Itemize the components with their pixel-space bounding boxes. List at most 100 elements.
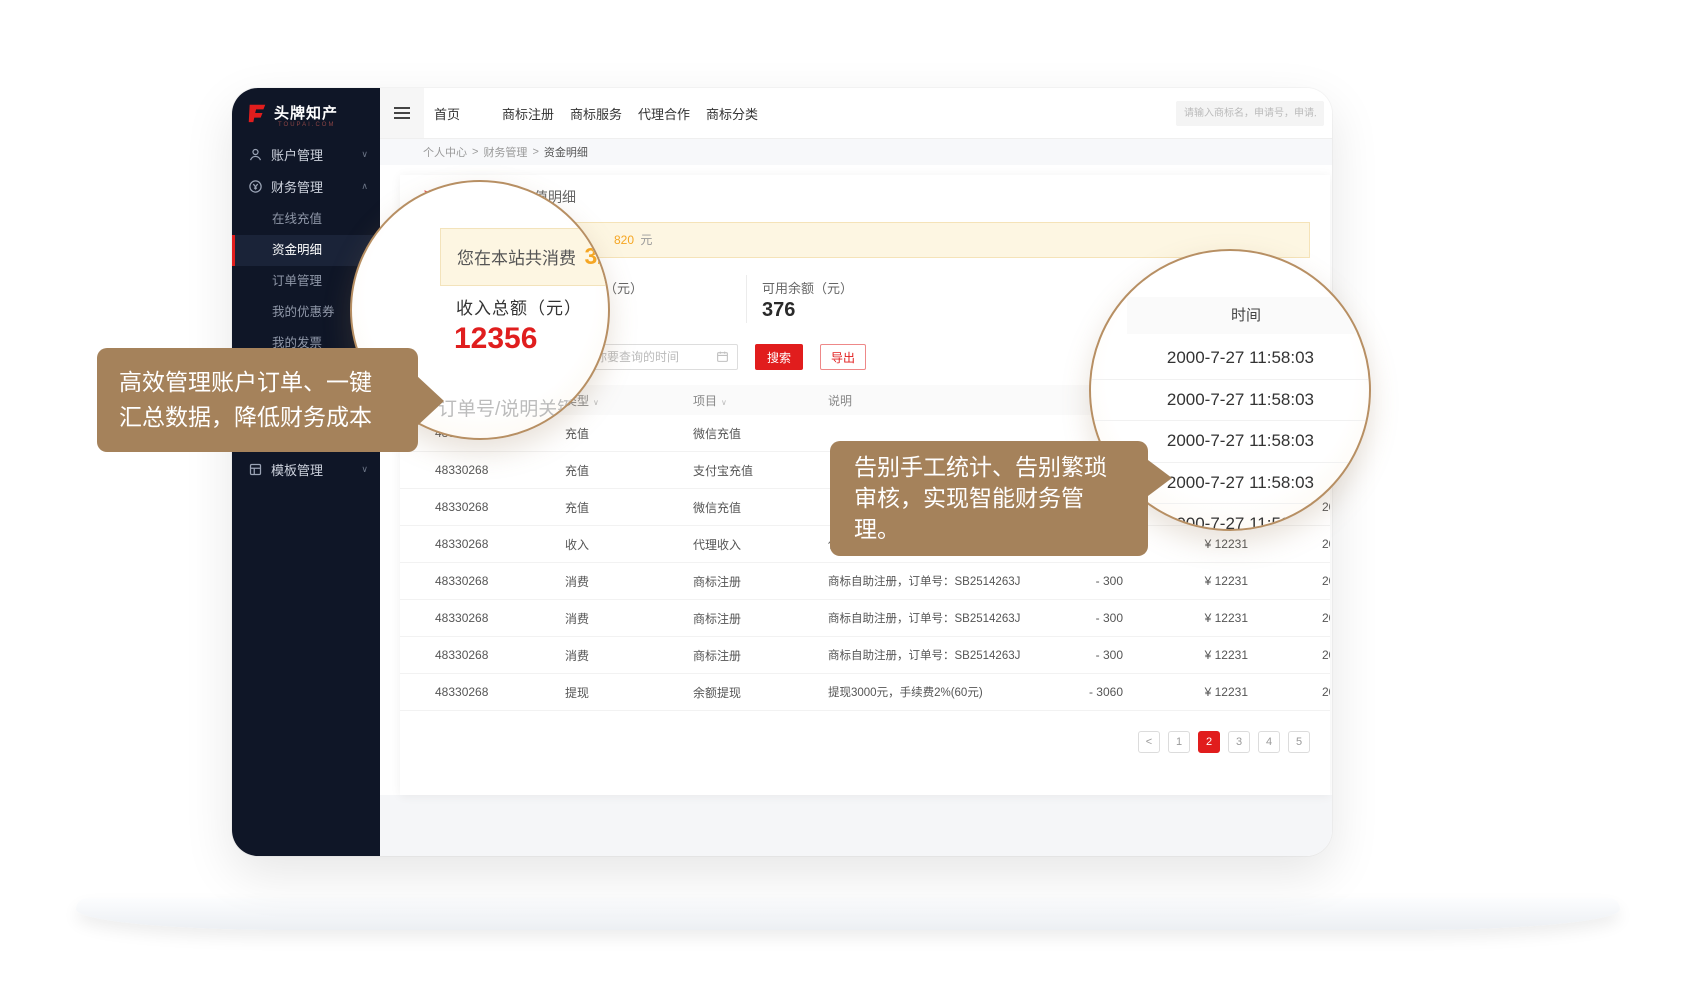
cell-type: 充值: [565, 462, 693, 479]
sidebar-submenu-item[interactable]: 在线充值: [232, 204, 380, 235]
callout-line: 汇总数据，降低财务成本: [119, 400, 396, 435]
magnified-consumption-banner: 您在本站共消费 32124 元: [440, 228, 610, 286]
cell-type: 提现: [565, 684, 693, 701]
page-number-button[interactable]: 5: [1288, 731, 1310, 753]
cell-order-number: 48330268: [435, 463, 565, 477]
sidebar-group-template-label: 模板管理: [271, 460, 323, 479]
chevron-down-icon: ∨: [361, 149, 368, 160]
brand-subtitle: TOUPAI.COM: [278, 122, 335, 128]
callout-line: 高效管理账户订单、一键: [119, 365, 396, 400]
col-header-desc: 说明: [828, 392, 1068, 409]
cell-type: 充值: [565, 425, 693, 442]
banner-remnant-amount: 820: [614, 233, 634, 247]
sort-caret-icon[interactable]: ∨: [721, 398, 727, 407]
user-icon: [248, 147, 263, 162]
cell-amount: - 3060: [1068, 685, 1123, 699]
magnified-order-keyword-header: 订单号/说明关键词: [438, 394, 595, 421]
cell-type: 消费: [565, 610, 693, 627]
callout-arrow-right-icon: [1148, 460, 1172, 496]
cell-item: 商标注册: [693, 647, 828, 664]
sidebar-group-account-label: 账户管理: [271, 145, 323, 164]
brand-logo-icon: [246, 102, 268, 129]
cell-order-number: 48330268: [435, 611, 565, 625]
nav-item[interactable]: 代理合作: [638, 104, 706, 123]
breadcrumb-item[interactable]: 个人中心: [423, 144, 467, 160]
cell-time: 2000-7-27 11:58:03: [1248, 685, 1330, 699]
footer-band: [380, 795, 1332, 856]
cell-amount: - 300: [1068, 611, 1123, 625]
cell-balance: ¥ 12231: [1123, 574, 1248, 588]
chevron-up-icon: ∧: [361, 181, 368, 192]
page-number-button[interactable]: 1: [1168, 731, 1190, 753]
brand-title: 头牌知产: [274, 102, 338, 123]
cell-type: 消费: [565, 647, 693, 664]
cell-type: 消费: [565, 573, 693, 590]
cell-type: 收入: [565, 536, 693, 553]
table-row: 48330268 提现 余额提现 提现3000元，手续费2%(60元) - 30…: [400, 674, 1330, 711]
nav-item[interactable]: 商标注册: [502, 104, 570, 123]
cell-time: 2000-7-27 11:58:03: [1248, 648, 1330, 662]
sidebar-group-finance[interactable]: 财务管理 ∧: [232, 166, 380, 206]
callout-arrow-right-icon: [416, 375, 444, 427]
cell-item: 余额提现: [693, 684, 828, 701]
cell-time: 2000-7-27 11:58:03: [1248, 537, 1330, 551]
cell-description: 提现3000元，手续费2%(60元): [828, 684, 1068, 700]
sidebar-group-finance-label: 财务管理: [271, 177, 323, 196]
breadcrumb-separator: >: [472, 146, 478, 158]
magnified-banner-prefix: 您在本站共消费: [457, 249, 576, 268]
callout-right: 告别手工统计、告别繁琐审核，实现智能财务管理。: [830, 441, 1148, 556]
cell-amount: - 300: [1068, 574, 1123, 588]
cell-item: 商标注册: [693, 610, 828, 627]
cell-balance: ¥ 12231: [1123, 611, 1248, 625]
chevron-down-icon: ∨: [361, 464, 368, 475]
finance-icon: [248, 179, 263, 194]
nav-item[interactable]: 商标服务: [570, 104, 638, 123]
breadcrumb: 个人中心 > 财务管理 > 资金明细: [380, 139, 1332, 165]
cell-time: 2000-7-27 11:58:03: [1248, 611, 1330, 625]
breadcrumb-separator: >: [532, 146, 538, 158]
callout-line: 告别手工统计、告别繁琐: [854, 452, 1124, 483]
top-nav: 首页商标注册商标服务代理合作商标分类: [434, 104, 774, 123]
hamburger-menu-icon[interactable]: [380, 88, 424, 138]
page-number-button[interactable]: 3: [1228, 731, 1250, 753]
search-button[interactable]: 搜索: [755, 344, 803, 370]
cell-description: 商标自助注册，订单号：SB2514263J: [828, 610, 1068, 626]
trademark-search-input[interactable]: [1176, 101, 1324, 126]
magnified-time-value: 2000-7-27 11:58:03: [1091, 380, 1369, 422]
cell-order-number: 48330268: [435, 574, 565, 588]
callout-line: 理。: [854, 514, 1124, 545]
cell-item: 代理收入: [693, 536, 828, 553]
cell-balance: ¥ 12231: [1123, 685, 1248, 699]
template-icon: [248, 462, 263, 477]
cell-type: 充值: [565, 499, 693, 516]
page-number-button[interactable]: 2: [1198, 731, 1220, 753]
table-row: 48330268 消费 商标注册 商标自助注册，订单号：SB2514263J -…: [400, 563, 1330, 600]
nav-item[interactable]: 首页: [434, 104, 502, 123]
top-navbar: 首页商标注册商标服务代理合作商标分类: [380, 88, 1332, 139]
pagination: < 12345: [1138, 731, 1310, 753]
banner-remnant: 820 元: [614, 233, 652, 247]
cell-balance: ¥ 12231: [1123, 648, 1248, 662]
banner-remnant-unit: 元: [640, 233, 652, 247]
cell-time: 2000-7-27 11:58:03: [1248, 574, 1330, 588]
table-row: 48330268 消费 商标注册 商标自助注册，订单号：SB2514263J -…: [400, 637, 1330, 674]
breadcrumb-item[interactable]: 财务管理: [483, 144, 527, 160]
prev-page-button[interactable]: <: [1138, 731, 1160, 753]
calendar-icon[interactable]: [716, 350, 729, 368]
nav-item[interactable]: 商标分类: [706, 104, 774, 123]
breadcrumb-current: 资金明细: [544, 144, 588, 160]
sidebar-submenu-item[interactable]: 资金明细: [232, 235, 380, 266]
cell-order-number: 48330268: [435, 685, 565, 699]
export-button[interactable]: 导出: [820, 344, 866, 370]
marketing-canvas: 头牌知产 TOUPAI.COM 账户管理 ∨ 财务管理 ∧ 在线充: [0, 0, 1696, 1002]
cell-order-number: 48330268: [435, 648, 565, 662]
available-balance-label: 可用余额（元）: [762, 278, 853, 297]
page-number-button[interactable]: 4: [1258, 731, 1280, 753]
sidebar-group-template[interactable]: 模板管理 ∨: [232, 449, 380, 489]
magnified-time-value: 2000-7-27 11:58:03: [1091, 338, 1369, 380]
cell-order-number: 48330268: [435, 537, 565, 551]
cell-amount: - 300: [1068, 648, 1123, 662]
callout-line: 审核，实现智能财务管: [854, 483, 1124, 514]
sidebar: 头牌知产 TOUPAI.COM 账户管理 ∨ 财务管理 ∧ 在线充: [232, 88, 380, 856]
cell-item: 微信充值: [693, 499, 828, 516]
